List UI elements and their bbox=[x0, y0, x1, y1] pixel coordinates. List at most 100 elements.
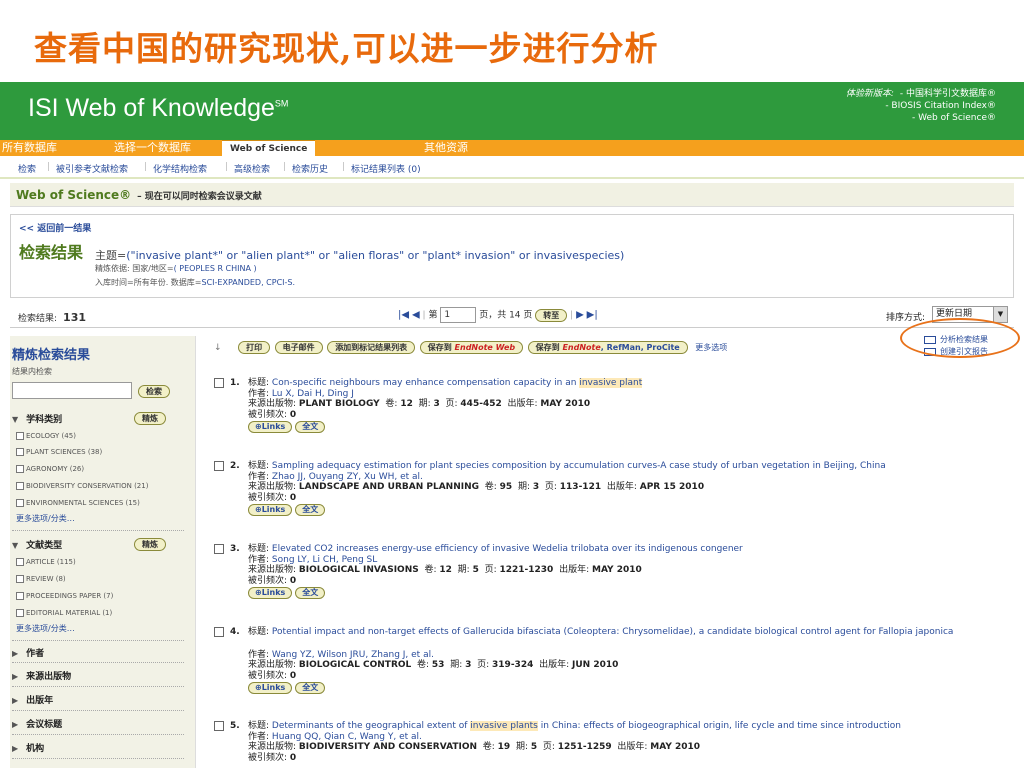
nav-search[interactable]: 检索 bbox=[18, 162, 36, 175]
result-times-cited: 被引频次: 0 bbox=[248, 670, 297, 681]
result-title-link[interactable]: Potential impact and non-target effects … bbox=[272, 627, 954, 637]
result-authors: 作者: Lu X, Dai H, Ding J bbox=[248, 388, 354, 399]
nav-marked-list[interactable]: 标记结果列表 (0) bbox=[351, 162, 421, 175]
section-year[interactable]: ▶ 出版年 bbox=[12, 693, 53, 706]
refine-title: 精炼检索结果 bbox=[12, 348, 91, 363]
nav-structure-search[interactable]: 化学结构检索 bbox=[153, 162, 207, 175]
result-authors: 作者: Zhao JJ, Ouyang ZY, Xu WH, et al. bbox=[248, 471, 423, 482]
db-link-biosis[interactable]: - BIOSIS Citation Index® bbox=[846, 100, 996, 112]
result-times-cited: 被引频次: 0 bbox=[248, 752, 297, 763]
new-version-info: 体验新版本: - 中国科学引文数据库® - BIOSIS Citation Ind… bbox=[845, 89, 996, 124]
full-text-button[interactable]: 全文 bbox=[295, 682, 326, 694]
search-within-label: 结果内检索 bbox=[12, 367, 52, 376]
facet-item[interactable]: PLANT SCIENCES (38) bbox=[16, 448, 102, 456]
refine-sidebar: 精炼检索结果 结果内检索 检索 ▼ 学科类别 精炼 ECOLOGY (45) PL… bbox=[10, 336, 196, 768]
links-button[interactable]: ⊕Links bbox=[248, 421, 293, 433]
refine-doctype-button[interactable]: 精炼 bbox=[134, 538, 166, 551]
section-source[interactable]: ▶ 来源出版物 bbox=[12, 669, 71, 682]
facet-item[interactable]: BIODIVERSITY CONSERVATION (21) bbox=[16, 482, 148, 490]
facet-item[interactable]: ENVIRONMENTAL SCIENCES (15) bbox=[16, 499, 140, 507]
last-page-icon[interactable]: ▶| bbox=[587, 310, 598, 321]
prev-page-icon[interactable]: ◀ bbox=[412, 310, 420, 321]
facet-item[interactable]: PROCEEDINGS PAPER (7) bbox=[16, 592, 113, 600]
tab-select-database[interactable]: 选择一个数据库 bbox=[114, 140, 191, 156]
page-number-input[interactable]: 1 bbox=[440, 307, 477, 323]
full-text-button[interactable]: 全文 bbox=[295, 587, 326, 599]
select-arrow-icon: ↓ bbox=[214, 343, 222, 353]
facet-item[interactable]: ECOLOGY (45) bbox=[16, 432, 76, 440]
triangle-down-icon: ▼ bbox=[12, 415, 19, 424]
section-institution[interactable]: ▶ 机构 bbox=[12, 741, 44, 754]
nav-search-history[interactable]: 检索历史 bbox=[292, 162, 328, 175]
first-page-icon[interactable]: |◀ bbox=[398, 310, 409, 321]
result-authors: 作者: Song LY, Li CH, Peng SL bbox=[248, 554, 378, 565]
section-author[interactable]: ▶ 作者 bbox=[12, 646, 44, 659]
result-checkbox[interactable] bbox=[214, 461, 224, 471]
slide-title: 查看中国的研究现状,可以进一步进行分析 bbox=[34, 29, 659, 68]
more-options-link[interactable]: 更多选项/分类… bbox=[16, 513, 75, 524]
result-source: 来源出版物: PLANT BIOLOGY 卷: 12 期: 3 页: 445-4… bbox=[248, 399, 591, 409]
print-button[interactable]: 打印 bbox=[238, 341, 271, 354]
back-link[interactable]: << 返回前一结果 bbox=[19, 221, 91, 234]
result-title-link[interactable]: Con-specific neighbours may enhance comp… bbox=[272, 378, 643, 388]
result-checkbox[interactable] bbox=[214, 721, 224, 731]
pager-row: 检索结果: 131 |◀ ◀ | 第 1 页，共 14 页 转至 | ▶ ▶| 排… bbox=[10, 306, 1014, 328]
isi-logo[interactable]: ISI Web of KnowledgeSM bbox=[28, 94, 288, 123]
result-times-cited: 被引频次: 0 bbox=[248, 409, 297, 420]
save-endnote-button[interactable]: 保存到 EndNote, RefMan, ProCite bbox=[527, 341, 688, 354]
links-button[interactable]: ⊕Links bbox=[248, 587, 293, 599]
tab-web-of-science[interactable]: Web of Science bbox=[222, 140, 316, 156]
result-checkbox[interactable] bbox=[214, 544, 224, 554]
section-subject[interactable]: ▼ 学科类别 bbox=[12, 412, 62, 425]
result-title-link[interactable]: Determinants of the geographical extent … bbox=[272, 721, 901, 731]
facet-item[interactable]: EDITORIAL MATERIAL (1) bbox=[16, 609, 112, 617]
result-authors: 作者: Wang YZ, Wilson JRU, Zhang J, et al. bbox=[248, 649, 434, 660]
sub-navigation: 检索 | 被引参考文献检索 | 化学结构检索 | 高级检索 | 检索历史 | 标… bbox=[0, 157, 1024, 179]
facet-item[interactable]: REVIEW (8) bbox=[16, 575, 66, 583]
result-number: 4. bbox=[230, 627, 240, 637]
next-page-icon[interactable]: ▶ bbox=[576, 310, 584, 321]
tab-bar: 所有数据库 选择一个数据库 Web of Science 其他资源 bbox=[0, 140, 1024, 156]
db-link-cscd[interactable]: - 中国科学引文数据库® bbox=[900, 89, 996, 99]
isi-header: ISI Web of KnowledgeSM 体验新版本: - 中国科学引文数据库… bbox=[0, 82, 1024, 140]
triangle-down-icon: ▼ bbox=[12, 541, 19, 550]
search-within-input[interactable] bbox=[12, 382, 132, 399]
tab-all-databases[interactable]: 所有数据库 bbox=[2, 140, 57, 156]
wos-title-bar: Web of Science® – 现在可以同时检索会议录文献 bbox=[10, 183, 1014, 207]
go-button[interactable]: 转至 bbox=[535, 308, 568, 322]
triangle-right-icon: ▶ bbox=[12, 649, 19, 658]
result-checkbox[interactable] bbox=[214, 378, 224, 388]
sort-label: 排序方式: bbox=[886, 313, 926, 323]
more-options-link[interactable]: 更多选项 bbox=[695, 343, 727, 352]
result-number: 1. bbox=[230, 378, 240, 388]
result-source: 来源出版物: BIOLOGICAL CONTROL 卷: 53 期: 3 页: … bbox=[248, 660, 619, 670]
result-source: 来源出版物: BIODIVERSITY AND CONSERVATION 卷: … bbox=[248, 742, 701, 752]
triangle-right-icon: ▶ bbox=[12, 720, 19, 729]
section-doc-type[interactable]: ▼ 文献类型 bbox=[12, 538, 62, 551]
refine-subject-button[interactable]: 精炼 bbox=[134, 412, 166, 425]
full-text-button[interactable]: 全文 bbox=[295, 504, 326, 516]
full-text-button[interactable]: 全文 bbox=[295, 421, 326, 433]
save-endnote-web-button[interactable]: 保存到 EndNote Web bbox=[419, 341, 524, 354]
timespan-info: 入库时间=所有年份. 数据库=SCI-EXPANDED, CPCI-S. bbox=[95, 278, 296, 287]
results-toolbar: ↓ 打印 电子邮件 添加到标记结果列表 保存到 EndNote Web 保存到 … bbox=[214, 341, 727, 357]
result-title-link[interactable]: Elevated CO2 increases energy-use effici… bbox=[272, 544, 743, 554]
links-button[interactable]: ⊕Links bbox=[248, 682, 293, 694]
nav-cited-reference-search[interactable]: 被引参考文献检索 bbox=[56, 162, 128, 175]
facet-item[interactable]: AGRONOMY (26) bbox=[16, 465, 84, 473]
links-button[interactable]: ⊕Links bbox=[248, 504, 293, 516]
result-source: 来源出版物: LANDSCAPE AND URBAN PLANNING 卷: 9… bbox=[248, 482, 705, 492]
db-link-wos[interactable]: - Web of Science® bbox=[846, 112, 996, 124]
email-button[interactable]: 电子邮件 bbox=[274, 341, 323, 354]
result-checkbox[interactable] bbox=[214, 627, 224, 637]
more-options-link[interactable]: 更多选项/分类… bbox=[16, 623, 75, 634]
facet-item[interactable]: ARTICLE (115) bbox=[16, 558, 76, 566]
result-title-link[interactable]: Sampling adequacy estimation for plant s… bbox=[272, 461, 886, 471]
pager: |◀ ◀ | 第 1 页，共 14 页 转至 | ▶ ▶| bbox=[398, 307, 598, 323]
nav-advanced-search[interactable]: 高级检索 bbox=[234, 162, 270, 175]
tab-other-resources[interactable]: 其他资源 bbox=[424, 140, 468, 156]
result-times-cited: 被引频次: 0 bbox=[248, 575, 297, 586]
search-within-button[interactable]: 检索 bbox=[138, 385, 170, 398]
section-conference[interactable]: ▶ 会议标题 bbox=[12, 717, 62, 730]
add-to-marked-button[interactable]: 添加到标记结果列表 bbox=[327, 341, 416, 354]
